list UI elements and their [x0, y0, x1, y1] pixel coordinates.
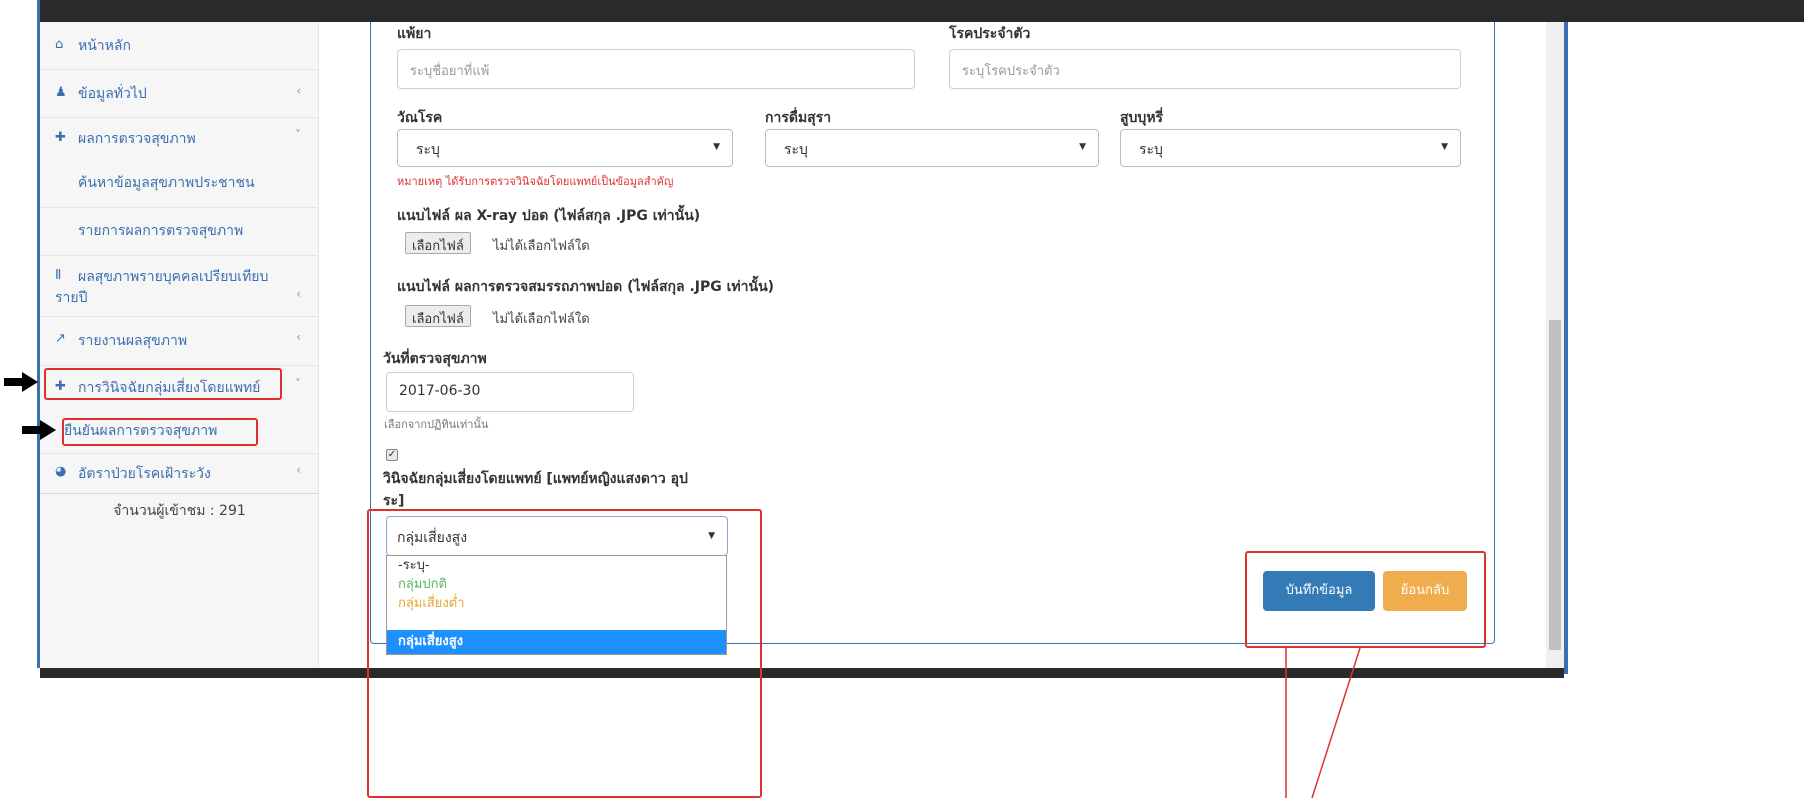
chevron-left-icon: ‹	[296, 84, 301, 98]
visitor-counter: จำนวนผู้เข้าชม : 291	[113, 503, 246, 519]
chevron-left-icon: ‹	[296, 330, 301, 344]
pie-chart-icon: ◕	[55, 464, 67, 479]
sidebar-subitem-health-list[interactable]: รายการผลการตรวจสุขภาพ	[40, 208, 319, 256]
annotation-box-risk-diagnosis	[44, 368, 282, 400]
alcohol-label: การดื่มสุรา	[765, 110, 832, 126]
caret-down-icon: ▼	[1079, 142, 1086, 152]
smoking-select[interactable]: ระบุ ▼	[1120, 129, 1461, 167]
annotation-arrow-icon	[22, 420, 56, 440]
annotation-box-buttons	[1245, 551, 1486, 648]
caret-down-icon: ▼	[1441, 142, 1448, 152]
annotation-arrow-icon	[4, 372, 38, 392]
allergy-input[interactable]: ระบุชื่อยาที่แพ้	[397, 49, 915, 89]
tb-select-value: ระบุ	[416, 142, 440, 158]
important-note: หมายเหตุ ได้รับการตรวจวินิจฉัยโดยแพทย์เป…	[397, 175, 674, 188]
sidebar-item-home[interactable]: ⌂ หน้าหลัก	[40, 22, 319, 70]
annotation-box-risk-dropdown	[367, 509, 762, 798]
smoking-select-value: ระบุ	[1139, 142, 1163, 158]
lung-upload-label: แนบไฟล์ ผลการตรวจสมรรถภาพปอด (ไฟล์สกุล .…	[397, 279, 775, 295]
sidebar-item-label: ผลการตรวจสุขภาพ	[78, 131, 196, 147]
window-border-right	[1564, 22, 1568, 674]
chevron-down-icon: ˅	[295, 128, 301, 142]
diagnosis-checkbox[interactable]: ✓	[386, 449, 398, 461]
sidebar-item-health-report[interactable]: ↗ รายงานผลสุขภาพ ‹	[40, 317, 319, 366]
smoking-label: สูบบุหรี่	[1120, 110, 1164, 126]
sidebar-item-general-info[interactable]: ♟ ข้อมูลทั่วไป ‹	[40, 70, 319, 118]
tb-label: วัณโรค	[397, 110, 443, 126]
lung-file-status: ไม่ได้เลือกไฟล์ใด	[493, 312, 590, 327]
tb-select[interactable]: ระบุ ▼	[397, 129, 733, 167]
annotation-connector-lines	[1285, 647, 1361, 798]
sidebar-item-label: หน้าหลัก	[78, 38, 131, 54]
exam-date-label: วันที่ตรวจสุขภาพ	[383, 351, 487, 367]
exam-date-hint: เลือกจากปฏิทินเท่านั้น	[384, 418, 489, 431]
home-icon: ⌂	[55, 37, 64, 52]
scrollbar[interactable]	[1546, 22, 1564, 668]
sidebar-subitem-label: รายการผลการตรวจสุขภาพ	[78, 223, 244, 239]
sidebar-item-individual-compare[interactable]: Ⅱ ผลสุขภาพรายบุคคลเปรียบเทียบ รายปี ‹	[40, 256, 319, 317]
user-icon: ♟	[55, 85, 67, 100]
sidebar-subitem-search-health[interactable]: ค้นหาข้อมูลสุขภาพประชาชน	[40, 160, 319, 208]
diagnosis-label: วินิจฉัยกลุ่มเสี่ยงโดยแพทย์ [แพทย์หญิงแส…	[383, 471, 688, 487]
xray-file-status: ไม่ได้เลือกไฟล์ใด	[493, 239, 590, 254]
xray-choose-file-button[interactable]: เลือกไฟล์	[405, 232, 471, 254]
screen: ⌂ หน้าหลัก ♟ ข้อมูลทั่วไป ‹ ✚ ผลการตรวจส…	[0, 0, 1804, 798]
exam-date-input[interactable]: 2017-06-30	[386, 372, 634, 412]
sidebar-item-label-line2: รายปี	[55, 290, 88, 306]
caret-down-icon: ▼	[713, 142, 720, 152]
sidebar: ⌂ หน้าหลัก ♟ ข้อมูลทั่วไป ‹ ✚ ผลการตรวจส…	[40, 22, 319, 668]
sidebar-item-label: รายงานผลสุขภาพ	[78, 333, 188, 349]
line-chart-icon: ↗	[55, 331, 66, 346]
chevron-left-icon: ‹	[296, 463, 301, 477]
chevron-left-icon: ‹	[296, 287, 301, 301]
lung-choose-file-button[interactable]: เลือกไฟล์	[405, 305, 471, 327]
sidebar-subitem-label: ค้นหาข้อมูลสุขภาพประชาชน	[78, 175, 255, 191]
chronic-disease-input[interactable]: ระบุโรคประจำตัว	[949, 49, 1461, 89]
allergy-label: แพ้ยา	[397, 26, 432, 42]
chronic-disease-label: โรคประจำตัว	[949, 26, 1031, 42]
bar-chart-icon: Ⅱ	[55, 268, 62, 283]
sidebar-item-health-results[interactable]: ✚ ผลการตรวจสุขภาพ ˅	[40, 118, 319, 160]
alcohol-select-value: ระบุ	[784, 142, 808, 158]
sidebar-item-label: ผลสุขภาพรายบุคคลเปรียบเทียบ	[78, 269, 269, 285]
xray-upload-label: แนบไฟล์ ผล X-ray ปอด (ไฟล์สกุล .JPG เท่า…	[397, 208, 701, 224]
chevron-down-icon: ˅	[295, 377, 301, 391]
annotation-box-confirm-results	[62, 418, 258, 446]
scrollbar-thumb[interactable]	[1549, 320, 1561, 650]
medkit-icon: ✚	[55, 130, 66, 145]
sidebar-item-disease-surveillance[interactable]: ◕ อัตราป่วยโรคเฝ้าระวัง ‹	[40, 454, 319, 494]
sidebar-item-label: อัตราป่วยโรคเฝ้าระวัง	[78, 466, 211, 482]
alcohol-select[interactable]: ระบุ ▼	[765, 129, 1099, 167]
top-bar	[39, 0, 1804, 22]
sidebar-item-label: ข้อมูลทั่วไป	[78, 86, 147, 102]
